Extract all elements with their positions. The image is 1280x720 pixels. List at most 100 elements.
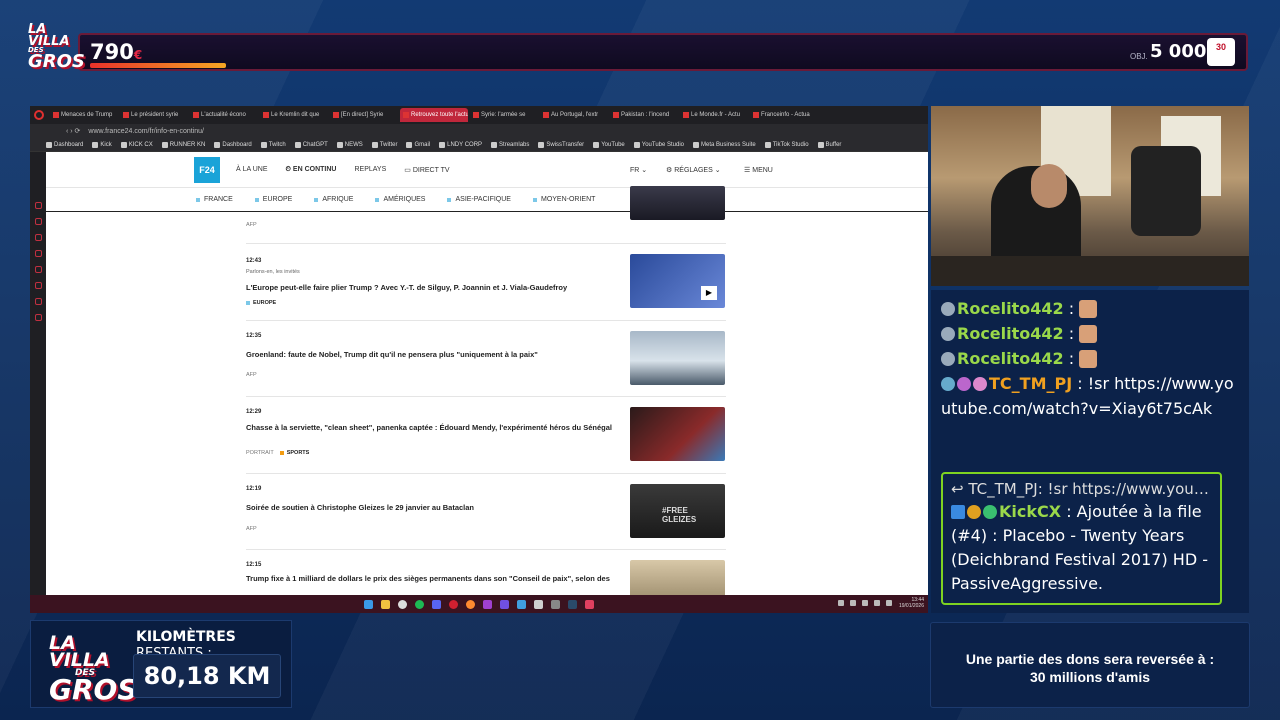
bookmark-item[interactable]: Streamlabs (491, 141, 529, 148)
bookmark-item[interactable]: Dashboard (46, 141, 83, 148)
browser-tab[interactable]: Pakistan : l'incend (610, 108, 678, 122)
file-explorer-icon[interactable] (381, 599, 390, 609)
spotify-icon[interactable] (415, 599, 424, 609)
browser-tab[interactable]: Le Monde.fr - Actu (680, 108, 748, 122)
browser-tab[interactable]: L'actualité écono (190, 108, 258, 122)
news-thumbnail[interactable] (630, 407, 725, 461)
news-item[interactable]: AFP (246, 186, 726, 244)
sidebar-icon[interactable] (34, 202, 42, 209)
back-icon[interactable]: ‹ › ⟳ (66, 127, 80, 135)
browser-tab[interactable]: Au Portugal, l'extr (540, 108, 608, 122)
chat-username[interactable]: TC_TM_PJ (989, 374, 1072, 393)
firefox-icon[interactable] (466, 599, 475, 609)
bookmark-item[interactable]: LNDY CORP (439, 141, 482, 148)
browser-tab[interactable]: Le Kremlin dit que (260, 108, 328, 122)
video-thumbnail[interactable]: ▶ (630, 254, 725, 308)
browser-tab[interactable]: Retrouvez toute l'actualité (400, 108, 468, 122)
sidebar-icon[interactable] (34, 314, 42, 321)
logo-line-1: LA VILLA (49, 632, 110, 672)
url-field[interactable]: www.france24.com/fr/info-en-continu/ (88, 128, 204, 135)
item-source: PORTRAIT (246, 450, 274, 456)
bookmark-item[interactable]: Gmail (406, 141, 430, 148)
steam-icon[interactable] (568, 599, 577, 609)
sidebar-icon[interactable] (34, 298, 42, 305)
tab-label: L'actualité écono (201, 112, 246, 118)
browser-tab[interactable]: Syrie: l'armée se (470, 108, 538, 122)
settings-button[interactable]: ⚙ RÉGLAGES ⌄ (666, 166, 721, 174)
bookmark-item[interactable]: Buffer (817, 141, 841, 148)
bookmark-icon (439, 141, 446, 148)
chat-username[interactable]: Rocelito442 (957, 349, 1064, 368)
bookmark-item[interactable]: Twitch (260, 141, 286, 148)
chat-username[interactable]: Rocelito442 (957, 299, 1064, 318)
nav-direct-tv[interactable]: ▭ DIRECT TV (404, 166, 449, 174)
bookmark-item[interactable]: Kick (92, 141, 112, 148)
windows-start-icon[interactable] (364, 599, 373, 609)
france24-logo[interactable]: F24 (194, 157, 220, 183)
chat-username[interactable]: KickCX (999, 502, 1061, 521)
item-headline[interactable]: L'Europe peut-elle faire plier Trump ? A… (246, 282, 616, 293)
discord-icon[interactable] (432, 599, 441, 609)
app-icon[interactable] (551, 599, 560, 609)
chrome-icon[interactable] (398, 599, 407, 609)
app-icon[interactable] (585, 599, 594, 609)
opera-taskbar-icon[interactable] (449, 599, 458, 609)
item-headline[interactable]: Soirée de soutien à Christophe Gleizes l… (246, 502, 616, 513)
bookmark-item[interactable]: RUNNER KN (161, 141, 205, 148)
nav-a-la-une[interactable]: À LA UNE (236, 166, 268, 173)
sidebar-icon[interactable] (34, 234, 42, 241)
item-tag[interactable]: EUROPE (246, 300, 276, 306)
bookmark-item[interactable]: ChatGPT (294, 141, 328, 148)
app-icon[interactable] (534, 599, 543, 609)
chat-username[interactable]: Rocelito442 (957, 324, 1064, 343)
volume-icon[interactable] (886, 600, 892, 606)
sidebar-icon[interactable] (34, 250, 42, 257)
bookmark-item[interactable]: Dashboard (214, 141, 252, 148)
app-icon[interactable] (517, 599, 526, 609)
opera-icon[interactable] (34, 110, 44, 120)
tray-icon[interactable] (862, 600, 868, 606)
bookmark-item[interactable]: YouTube Studio (633, 141, 684, 148)
bookmark-item[interactable]: YouTube (593, 141, 625, 148)
sidebar-icon[interactable] (34, 218, 42, 225)
news-item[interactable]: 12:19 Soirée de soutien à Christophe Gle… (246, 474, 726, 550)
twitch-icon[interactable] (34, 266, 42, 273)
browser-tab[interactable]: [En direct] Syrie (330, 108, 398, 122)
news-item[interactable]: 12:29 Chasse à la serviette, "clean shee… (246, 397, 726, 474)
region-link[interactable]: FRANCE (196, 196, 233, 203)
bookmark-label: NEWS (344, 141, 363, 148)
app-icon[interactable] (483, 599, 492, 609)
tray-icon[interactable] (850, 600, 856, 606)
menu-button[interactable]: ☰ MENU (744, 166, 773, 174)
news-item[interactable]: 12:43 Parlons-en, les invités L'Europe p… (246, 244, 726, 321)
x-icon[interactable] (34, 282, 42, 289)
news-thumbnail[interactable]: #FREE GLEIZES (630, 484, 725, 538)
item-headline[interactable]: Groenland: faute de Nobel, Trump dit qu'… (246, 349, 616, 360)
app-icon[interactable] (500, 599, 509, 609)
logo-line-1: LA VILLA (28, 22, 70, 49)
browser-tab[interactable]: Franceinfo - Actua (750, 108, 818, 122)
reply-message: ↩ TC_TM_PJ: !sr https://www.yout... Kick… (941, 472, 1222, 605)
bookmark-item[interactable]: SwissTransfer (538, 141, 584, 148)
news-item[interactable]: 12:35 Groenland: faute de Nobel, Trump d… (246, 321, 726, 397)
nav-replays[interactable]: REPLAYS (354, 166, 386, 173)
bookmark-item[interactable]: NEWS (336, 141, 363, 148)
bookmark-item[interactable]: Meta Business Suite (693, 141, 756, 148)
language-select[interactable]: FR ⌄ (630, 166, 647, 174)
tray-icon[interactable] (838, 600, 844, 606)
bookmark-item[interactable]: TikTok Studio (764, 141, 809, 148)
item-headline[interactable]: Trump fixe à 1 milliard de dollars le pr… (246, 573, 616, 584)
bookmark-item[interactable]: Twitter (371, 141, 397, 148)
system-clock[interactable]: 13:44 19/01/2026 (899, 597, 924, 609)
play-icon[interactable]: ▶ (701, 286, 717, 300)
bookmark-item[interactable]: KICK CX (120, 141, 153, 148)
news-thumbnail[interactable] (630, 331, 725, 385)
browser-tab[interactable]: Menaces de Trump (50, 108, 118, 122)
item-time: 12:19 (246, 486, 262, 492)
nav-en-continu[interactable]: ⏲ EN CONTINU (286, 166, 337, 174)
news-thumbnail[interactable] (630, 186, 725, 220)
wifi-icon[interactable] (874, 600, 880, 606)
item-headline[interactable]: Chasse à la serviette, "clean sheet", pa… (246, 422, 616, 433)
item-tag[interactable]: SPORTS (279, 450, 309, 456)
browser-tab[interactable]: Le président syrie (120, 108, 188, 122)
